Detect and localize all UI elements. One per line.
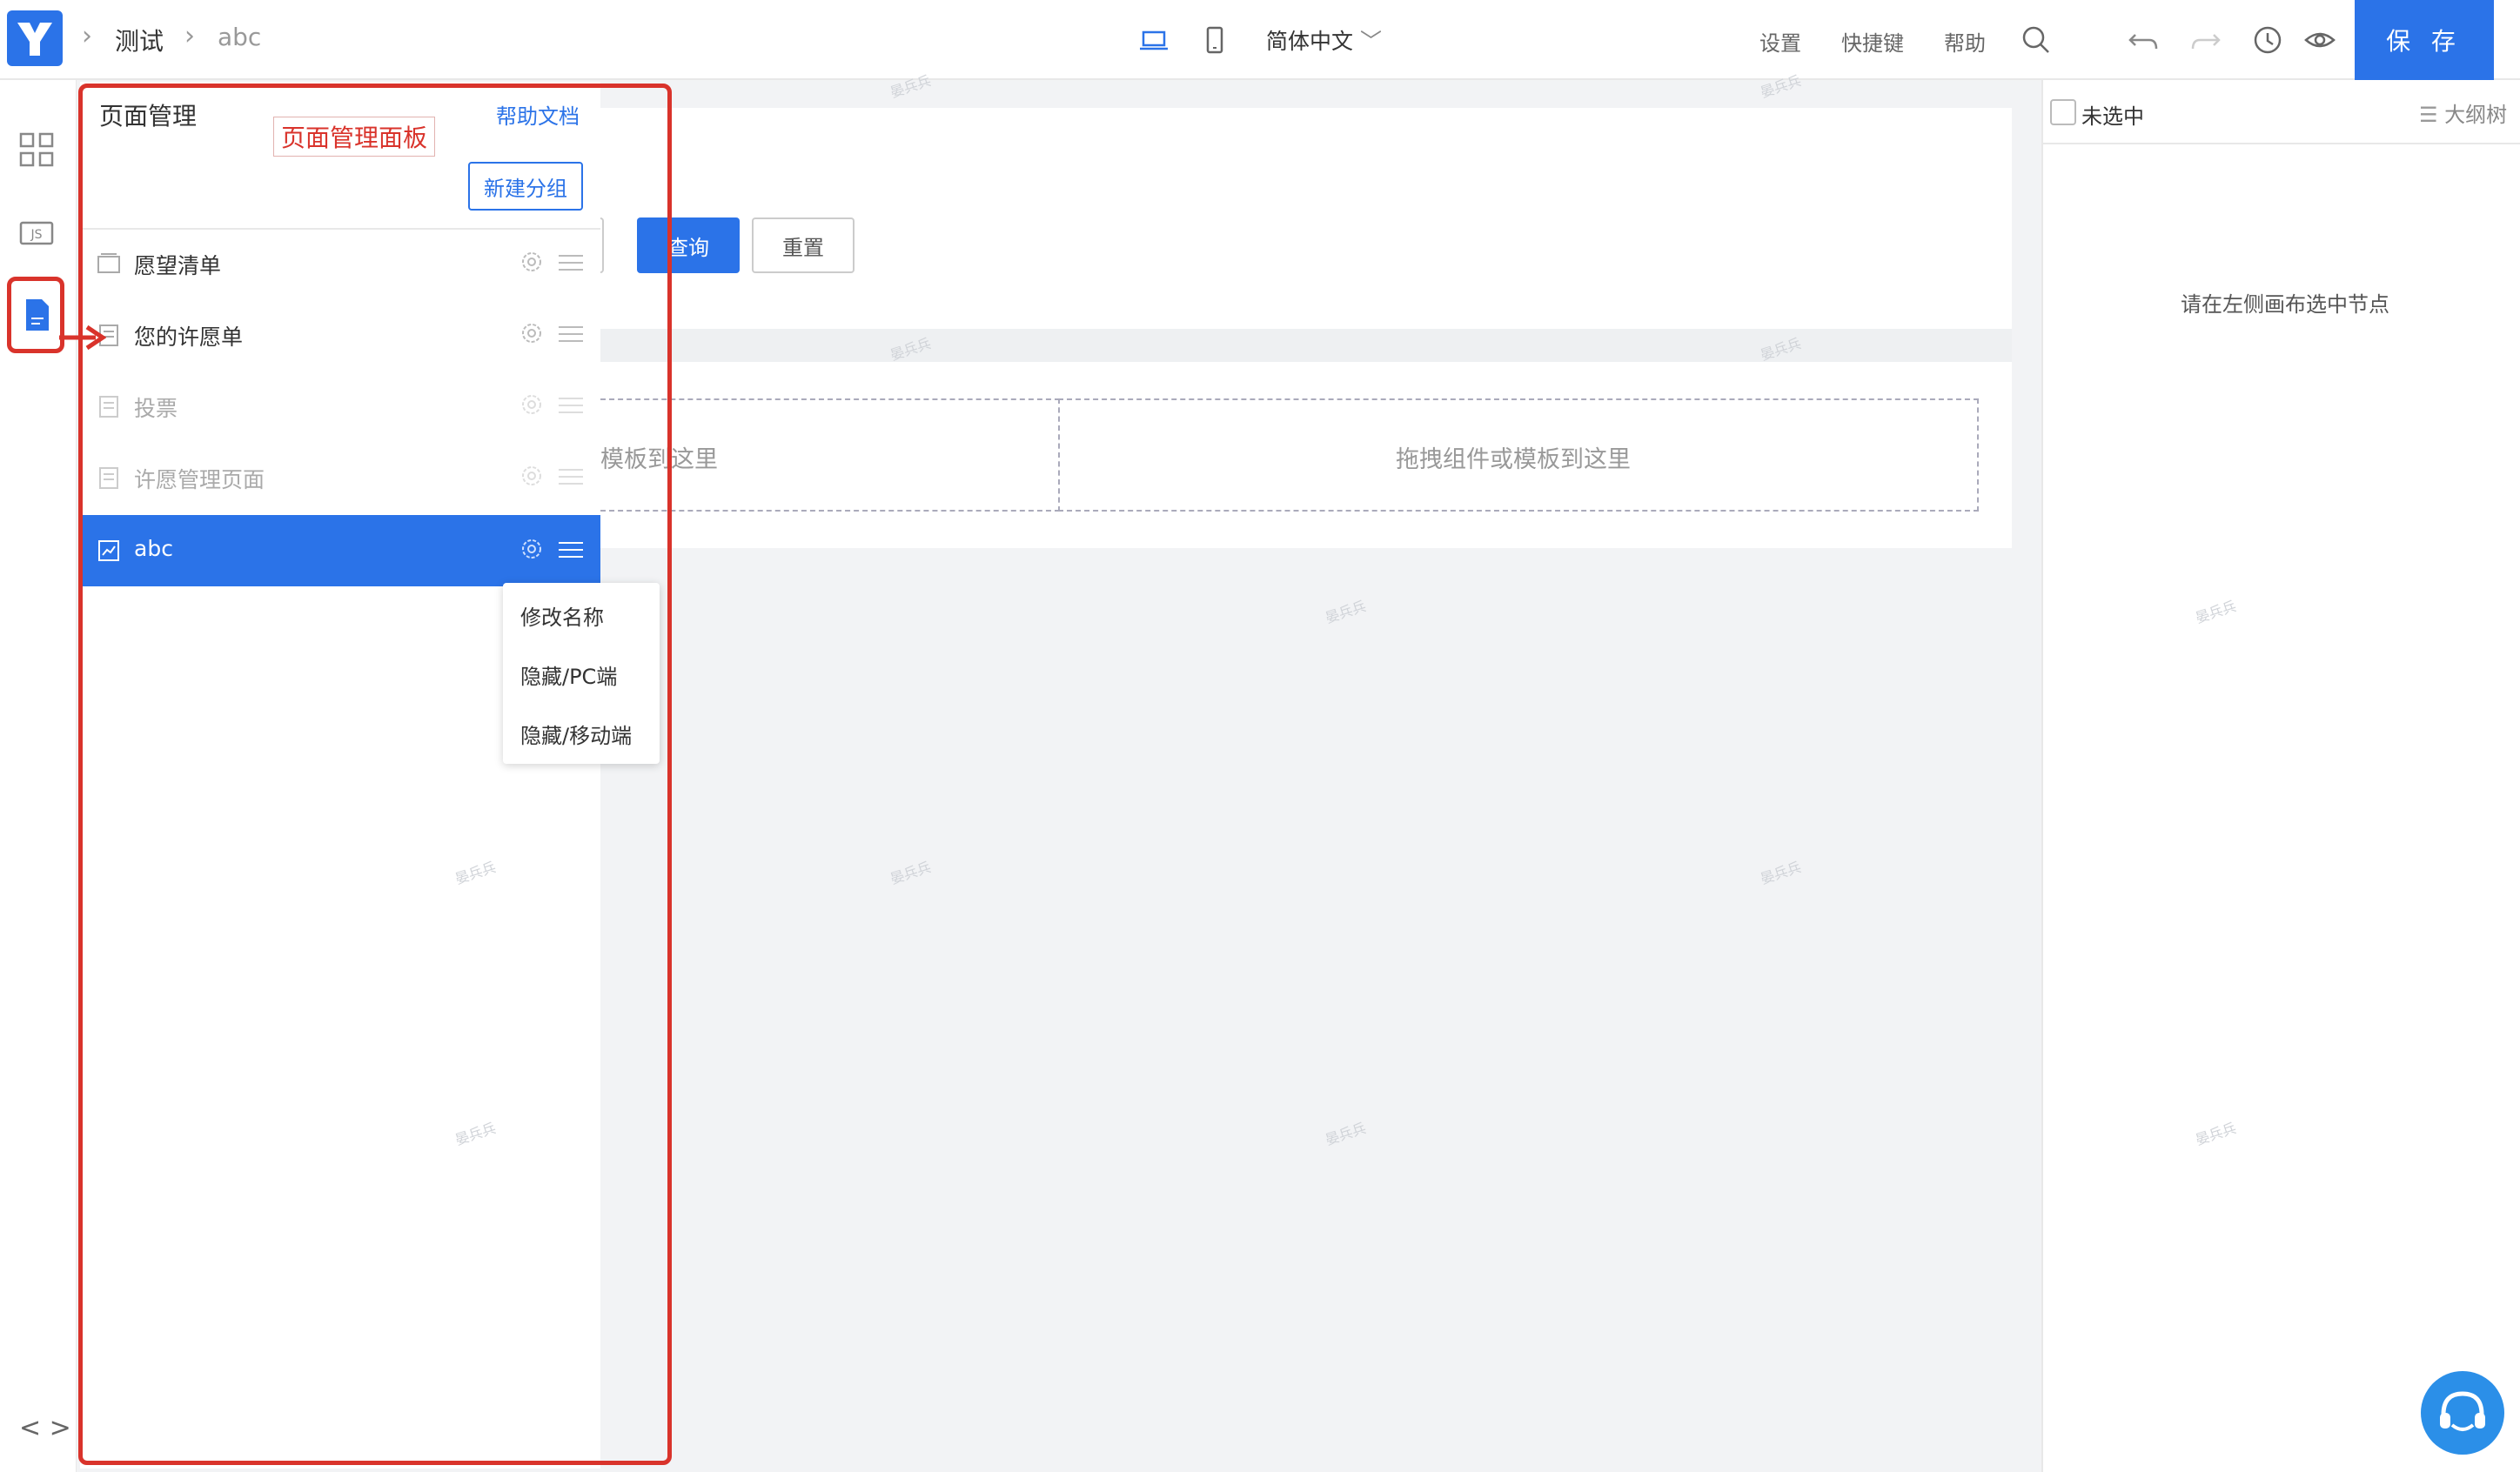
unselected-checkbox[interactable] bbox=[2050, 99, 2076, 125]
drop-zone-right-text: 拖拽组件或模板到这里 bbox=[1396, 446, 1631, 473]
chevron-right-icon: › bbox=[184, 21, 195, 51]
customer-service-button[interactable] bbox=[2421, 1371, 2504, 1455]
redo-icon[interactable] bbox=[2188, 23, 2222, 57]
app-logo[interactable] bbox=[7, 10, 63, 66]
language-select[interactable]: 简体中文 ﹀ bbox=[1266, 24, 1382, 56]
js-code-icon[interactable]: JS bbox=[16, 212, 57, 254]
code-brackets-icon[interactable]: < > bbox=[19, 1413, 71, 1443]
history-icon[interactable] bbox=[2250, 23, 2285, 57]
annotation-arrow-icon bbox=[59, 325, 106, 351]
annotation-panel-box bbox=[78, 84, 672, 1465]
logo-icon bbox=[17, 23, 52, 56]
mobile-view-icon[interactable] bbox=[1197, 23, 1232, 57]
shortcuts-button[interactable]: 快捷键 bbox=[1841, 26, 1904, 57]
reset-button[interactable]: 重置 bbox=[752, 217, 855, 273]
breadcrumb-app[interactable]: 测试 bbox=[115, 23, 164, 57]
drop-zone-right[interactable]: 拖拽组件或模板到这里 bbox=[1058, 398, 1979, 512]
outline-tree-icon: ☰ bbox=[2419, 103, 2438, 127]
components-grid-icon[interactable] bbox=[16, 129, 57, 171]
properties-empty-hint: 请在左侧画布选中节点 bbox=[2181, 292, 2389, 317]
unselected-label: 未选中 bbox=[2081, 104, 2144, 129]
language-label: 简体中文 bbox=[1266, 29, 1354, 54]
save-button[interactable]: 保 存 bbox=[2355, 0, 2494, 80]
help-button[interactable]: 帮助 bbox=[1944, 26, 1986, 57]
canvas-empty-area bbox=[600, 548, 2012, 1448]
svg-text:JS: JS bbox=[30, 228, 42, 242]
undo-icon[interactable] bbox=[2127, 23, 2161, 57]
breadcrumb-page[interactable]: abc bbox=[218, 23, 261, 51]
preview-eye-icon[interactable] bbox=[2302, 23, 2337, 57]
desktop-view-icon[interactable] bbox=[1136, 23, 1171, 57]
properties-divider bbox=[2043, 143, 2520, 144]
headset-icon bbox=[2440, 1391, 2485, 1431]
search-icon[interactable] bbox=[2019, 23, 2054, 57]
outline-tree-label: 大纲树 bbox=[2444, 103, 2508, 127]
chevron-right-icon: › bbox=[82, 21, 92, 51]
settings-button[interactable]: 设置 bbox=[1759, 26, 1801, 57]
outline-tree-tab[interactable]: ☰ 大纲树 bbox=[2419, 97, 2507, 128]
annotation-label: 页面管理面板 bbox=[273, 117, 436, 157]
annotation-icon-box bbox=[7, 277, 64, 353]
chevron-down-icon: ﹀ bbox=[1359, 29, 1382, 54]
